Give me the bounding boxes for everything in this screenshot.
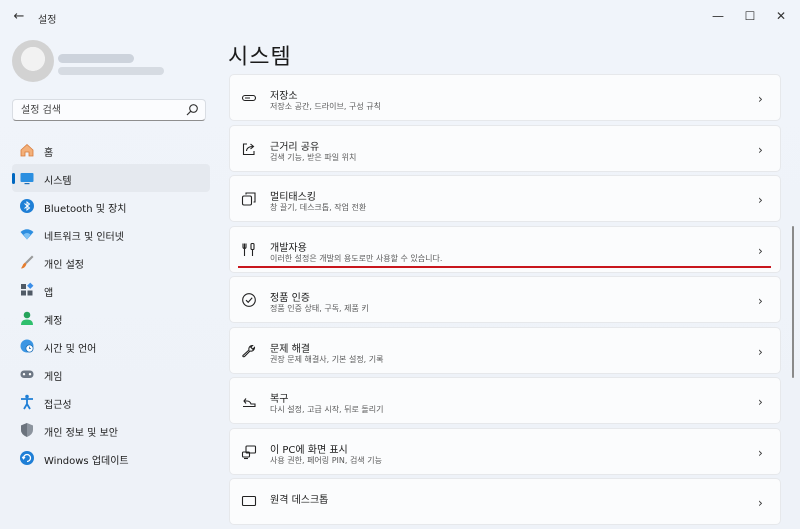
sidebar-item-label: 홈 [44, 148, 54, 159]
page-title: 시스템 [228, 45, 292, 70]
remote-desktop-icon [241, 495, 257, 507]
account-name-redacted [58, 54, 134, 63]
card-description: 창 끌기, 데스크톱, 작업 전환 [270, 203, 367, 212]
sidebar-item-label: 개인 설정 [44, 260, 84, 271]
sidebar-item-windows-update[interactable]: Windows 업데이트 [12, 444, 210, 472]
activation-check-icon [242, 293, 256, 307]
card-title: 저장소 [270, 91, 298, 102]
share-icon [242, 142, 255, 155]
sidebar-item-label: 앱 [44, 288, 54, 299]
brush-icon [21, 255, 34, 269]
sidebar-item-accessibility[interactable]: 접근성 [12, 388, 210, 416]
chevron-right-icon: › [758, 243, 763, 258]
search-icon[interactable] [185, 103, 199, 117]
card-recovery[interactable]: 복구 다시 설정, 고급 시작, 뒤로 돌리기 › [229, 377, 781, 424]
sidebar-item-personalization[interactable]: 개인 설정 [12, 248, 210, 276]
card-title: 문제 해결 [270, 343, 310, 355]
sidebar-item-time-language[interactable]: 시간 및 언어 [12, 332, 210, 360]
card-projecting-to-this-pc[interactable]: 이 PC에 화면 표시 사용 권한, 페어링 PIN, 검색 기능 › [229, 427, 781, 475]
card-description: 다시 설정, 고급 시작, 뒤로 돌리기 [270, 405, 384, 414]
active-indicator [12, 173, 15, 184]
card-title: 이 PC에 화면 표시 [270, 444, 348, 456]
minimize-button[interactable]: — [703, 6, 733, 26]
project-icon [241, 444, 257, 459]
card-description: 정품 인증 상태, 구독, 제품 키 [270, 304, 369, 313]
maximize-button[interactable]: ☐ [735, 6, 765, 26]
bluetooth-icon [20, 199, 34, 213]
sidebar-item-label: 네트워크 및 인터넷 [44, 232, 124, 243]
back-button[interactable]: ← [10, 9, 28, 25]
account-email-redacted [58, 67, 164, 75]
card-title: 개발자용 [270, 242, 307, 254]
wifi-icon [20, 229, 34, 240]
card-multitasking[interactable]: 멀티태스킹 창 끌기, 데스크톱, 작업 전환 › [229, 175, 781, 222]
sidebar-item-network[interactable]: 네트워크 및 인터넷 [12, 220, 210, 248]
chevron-right-icon: › [758, 294, 763, 308]
home-icon [20, 143, 34, 157]
sidebar-item-system[interactable]: 시스템 [12, 164, 210, 192]
sidebar-item-label: 개인 정보 및 보안 [44, 428, 118, 439]
apps-icon [21, 282, 34, 296]
close-button[interactable]: ✕ [766, 6, 796, 26]
developer-tools-icon [242, 242, 255, 256]
card-troubleshoot[interactable]: 문제 해결 권장 문제 해결사, 기본 설정, 기록 › [229, 326, 781, 374]
card-remote-desktop[interactable]: 원격 데스크톱 › [229, 478, 781, 525]
search-input[interactable] [21, 103, 171, 117]
card-title: 원격 데스크톱 [270, 495, 329, 506]
recovery-icon [243, 398, 256, 408]
sidebar-item-accounts[interactable]: 계정 [12, 304, 210, 332]
gamepad-icon [20, 370, 34, 378]
scrollbar-thumb[interactable] [792, 226, 794, 378]
card-description: 권장 문제 해결사, 기본 설정, 기록 [270, 354, 384, 364]
card-for-developers[interactable]: 개발자용 이러한 설정은 개발의 용도로만 사용할 수 있습니다. › [229, 225, 781, 273]
account-icon [21, 311, 33, 325]
multitasking-icon [241, 192, 256, 206]
card-description: 사용 권한, 페어링 PIN, 검색 기능 [270, 455, 382, 465]
sidebar-nav: 홈 시스템 Bluetooth 및 장치 네트워크 및 인터넷 개인 설정 앱 … [12, 136, 210, 472]
sidebar-item-label: Bluetooth 및 장치 [44, 204, 127, 215]
globe-clock-icon [20, 339, 34, 353]
update-icon [20, 451, 34, 465]
card-title: 정품 인증 [270, 293, 310, 304]
sidebar-item-apps[interactable]: 앱 [12, 276, 210, 304]
card-title: 근거리 공유 [270, 141, 320, 153]
card-storage[interactable]: 저장소 저장소 공간, 드라이브, 구성 규칙 › [229, 74, 781, 121]
card-nearby-sharing[interactable]: 근거리 공유 검색 기능, 받은 파일 위치 › [229, 124, 781, 172]
highlight-underline [238, 265, 771, 268]
title-bar: ← 설정 — ☐ ✕ [0, 0, 800, 34]
wrench-icon [242, 344, 256, 357]
card-description: 이러한 설정은 개발의 용도로만 사용할 수 있습니다. [270, 253, 443, 263]
sidebar-item-label: 시스템 [44, 176, 72, 187]
avatar[interactable] [12, 40, 54, 82]
app-title: 설정 [38, 15, 57, 26]
settings-window: ← 설정 — ☐ ✕ 홈 시스템 [0, 0, 800, 525]
system-icon [20, 173, 34, 185]
sidebar-item-label: 접근성 [44, 400, 72, 411]
sidebar-item-gaming[interactable]: 게임 [12, 360, 210, 388]
sidebar-item-label: Windows 업데이트 [44, 456, 129, 467]
sidebar-item-label: 계정 [44, 316, 63, 327]
card-title: 멀티태스킹 [270, 192, 316, 203]
card-description: 검색 기능, 받은 파일 위치 [270, 152, 357, 162]
card-activation[interactable]: 정품 인증 정품 인증 상태, 구독, 제품 키 › [229, 276, 781, 323]
sidebar-item-label: 게임 [44, 372, 63, 383]
chevron-right-icon: › [758, 344, 763, 359]
chevron-right-icon: › [758, 496, 763, 510]
sidebar-item-label: 시간 및 언어 [44, 344, 97, 355]
search-box[interactable] [12, 99, 206, 121]
storage-icon [241, 94, 257, 102]
card-title: 복구 [270, 394, 289, 405]
sidebar-item-home[interactable]: 홈 [12, 136, 210, 164]
card-description: 저장소 공간, 드라이브, 구성 규칙 [270, 102, 381, 111]
chevron-right-icon: › [758, 92, 763, 106]
chevron-right-icon: › [758, 445, 763, 460]
sidebar-item-bluetooth[interactable]: Bluetooth 및 장치 [12, 192, 210, 220]
chevron-right-icon: › [758, 193, 763, 207]
chevron-right-icon: › [758, 395, 763, 409]
chevron-right-icon: › [758, 142, 763, 157]
accessibility-icon [21, 394, 33, 410]
sidebar-item-privacy-security[interactable]: 개인 정보 및 보안 [12, 416, 210, 444]
shield-icon [21, 423, 33, 437]
settings-list: 저장소 저장소 공간, 드라이브, 구성 규칙 › 근거리 공유 검색 기능, … [229, 74, 781, 529]
